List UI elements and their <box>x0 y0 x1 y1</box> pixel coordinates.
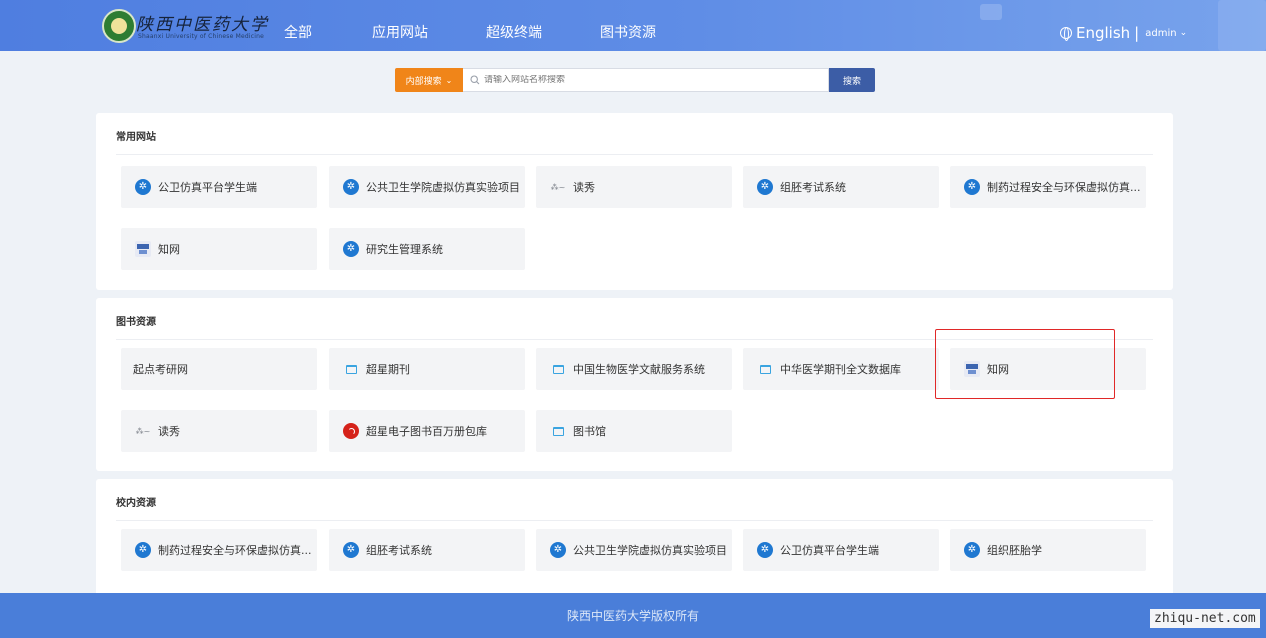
search-button[interactable]: 搜索 <box>829 68 875 92</box>
university-name[interactable]: 陕西中医药大学 <box>136 10 269 35</box>
separator: | <box>1134 24 1140 42</box>
site-label: 中华医学期刊全文数据库 <box>780 363 901 376</box>
search-scope-label: 内部搜索 <box>405 76 442 87</box>
site-label: 超星电子图书百万册包库 <box>366 425 487 438</box>
chevron-down-icon[interactable]: ⌄ <box>1180 28 1188 38</box>
nav-item-apps[interactable]: 应用网站 <box>372 22 428 42</box>
top-navigation-bar: 陕西中医药大学 Shaanxi University of Chinese Me… <box>0 0 1266 51</box>
blue-flower-icon: ✲ <box>343 241 359 257</box>
site-tile[interactable]: 中华医学期刊全文数据库 <box>743 348 939 390</box>
site-label: 组织胚胎学 <box>987 544 1042 557</box>
book-box-icon <box>343 361 359 377</box>
site-tile[interactable]: 中国生物医学文献服务系统 <box>536 348 732 390</box>
footer: 陕西中医药大学版权所有 <box>0 593 1266 638</box>
site-tile[interactable]: ✲ 研究生管理系统 <box>329 228 525 270</box>
site-label: 组胚考试系统 <box>366 544 432 557</box>
nav-item-library[interactable]: 图书资源 <box>600 22 656 42</box>
blue-flower-icon: ✲ <box>550 542 566 558</box>
site-label: 读秀 <box>158 425 180 438</box>
search-input[interactable] <box>484 75 804 85</box>
search-scope-dropdown[interactable]: 内部搜索 ⌄ <box>395 68 463 92</box>
site-tile[interactable]: ✲ 公共卫生学院虚拟仿真实验项目 <box>329 166 525 208</box>
blue-flower-icon: ✲ <box>757 179 773 195</box>
site-label: 公共卫生学院虚拟仿真实验项目 <box>573 544 727 557</box>
red-chaoxing-icon <box>343 423 359 439</box>
duxiu-icon: ⁂~ <box>550 182 566 192</box>
book-box-icon <box>757 361 773 377</box>
book-box-icon <box>550 361 566 377</box>
decorative-shape <box>980 4 1002 20</box>
watermark: zhiqu-net.com <box>1150 609 1260 628</box>
site-label: 起点考研网 <box>133 363 188 376</box>
site-tile[interactable]: 起点考研网 <box>121 348 317 390</box>
site-label: 超星期刊 <box>366 363 410 376</box>
blue-flower-icon: ✲ <box>757 542 773 558</box>
site-label: 知网 <box>158 243 180 256</box>
section-title: 图书资源 <box>116 317 156 328</box>
site-tile[interactable]: ✲ 公共卫生学院虚拟仿真实验项目 <box>536 529 732 571</box>
university-logo-icon[interactable] <box>102 9 136 43</box>
site-label: 读秀 <box>573 181 595 194</box>
site-tile[interactable]: ✲ 制药过程安全与环保虚拟仿真... <box>950 166 1146 208</box>
cnki-icon <box>135 241 151 257</box>
site-label: 公卫仿真平台学生端 <box>158 181 257 194</box>
site-label: 研究生管理系统 <box>366 243 443 256</box>
blue-flower-icon: ✲ <box>343 179 359 195</box>
site-tile[interactable]: ✲ 组胚考试系统 <box>329 529 525 571</box>
blue-flower-icon: ✲ <box>343 542 359 558</box>
decorative-shape <box>1218 0 1266 51</box>
site-tile[interactable]: ✲ 公卫仿真平台学生端 <box>121 166 317 208</box>
language-switch[interactable]: English <box>1076 24 1130 42</box>
site-tile[interactable]: ✲ 组胚考试系统 <box>743 166 939 208</box>
blue-flower-icon: ✲ <box>964 179 980 195</box>
user-area: English | admin ⌄ <box>1060 24 1187 42</box>
book-box-icon <box>550 423 566 439</box>
site-tile[interactable]: 知网 <box>121 228 317 270</box>
site-label: 公卫仿真平台学生端 <box>780 544 879 557</box>
site-tile[interactable]: ✲ 组织胚胎学 <box>950 529 1146 571</box>
divider <box>116 520 1153 521</box>
user-menu[interactable]: admin <box>1145 28 1176 39</box>
section-title: 常用网站 <box>116 132 156 143</box>
site-label: 图书馆 <box>573 425 606 438</box>
search-icon <box>470 75 480 85</box>
search-field[interactable] <box>463 68 829 92</box>
blue-flower-icon: ✲ <box>135 542 151 558</box>
chevron-down-icon: ⌄ <box>445 75 453 85</box>
site-label: 公共卫生学院虚拟仿真实验项目 <box>366 181 520 194</box>
site-label: 中国生物医学文献服务系统 <box>573 363 705 376</box>
site-label: 制药过程安全与环保虚拟仿真... <box>158 544 312 557</box>
site-tile[interactable]: ⁂~ 读秀 <box>121 410 317 452</box>
section-common-sites: 常用网站 ✲ 公卫仿真平台学生端 ✲ 公共卫生学院虚拟仿真实验项目 ⁂~ 读秀 ✲ 组胚… <box>96 113 1173 290</box>
highlight-box <box>935 329 1115 399</box>
site-tile[interactable]: ⁂~ 读秀 <box>536 166 732 208</box>
section-campus-resources: 校内资源 ✲ 制药过程安全与环保虚拟仿真... ✲ 组胚考试系统 ✲ 公共卫生学院虚拟… <box>96 479 1173 593</box>
blue-flower-icon: ✲ <box>964 542 980 558</box>
copyright-text: 陕西中医药大学版权所有 <box>566 609 699 623</box>
university-name-english: Shaanxi University of Chinese Medicine <box>138 33 265 40</box>
blue-flower-icon: ✲ <box>135 179 151 195</box>
site-label: 组胚考试系统 <box>780 181 846 194</box>
site-tile[interactable]: 超星期刊 <box>329 348 525 390</box>
duxiu-icon: ⁂~ <box>135 426 151 436</box>
nav-item-terminal[interactable]: 超级终端 <box>486 22 542 42</box>
nav-item-all[interactable]: 全部 <box>284 22 312 42</box>
site-tile[interactable]: 超星电子图书百万册包库 <box>329 410 525 452</box>
section-title: 校内资源 <box>116 498 156 509</box>
site-tile[interactable]: ✲ 公卫仿真平台学生端 <box>743 529 939 571</box>
divider <box>116 154 1153 155</box>
globe-icon[interactable] <box>1060 27 1072 41</box>
site-label: 制药过程安全与环保虚拟仿真... <box>987 181 1141 194</box>
site-tile[interactable]: ✲ 制药过程安全与环保虚拟仿真... <box>121 529 317 571</box>
search-bar: 内部搜索 ⌄ 搜索 <box>395 68 875 92</box>
site-tile[interactable]: 图书馆 <box>536 410 732 452</box>
